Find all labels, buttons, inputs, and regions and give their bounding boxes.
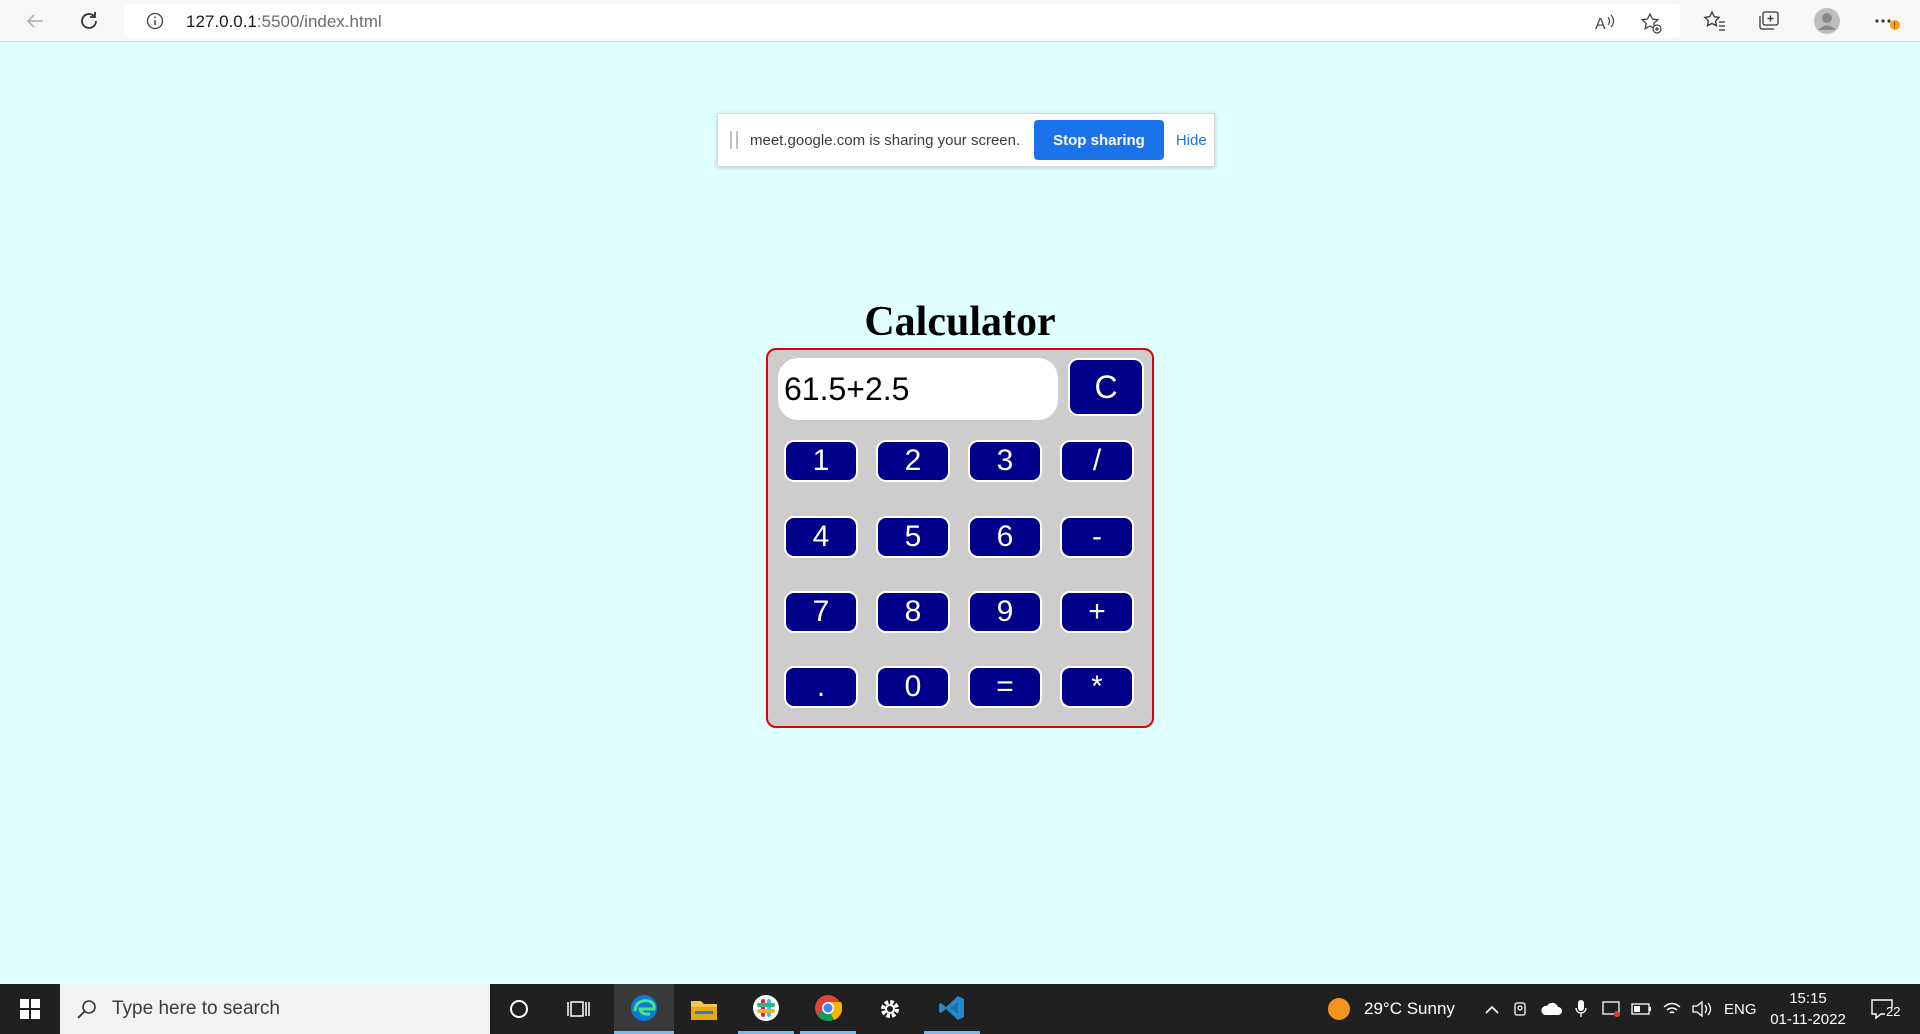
back-icon[interactable] [20, 6, 50, 36]
browser-toolbar: 127.0.0.1:5500/index.html A ! [0, 0, 1920, 42]
language-indicator[interactable]: ENG [1724, 984, 1757, 1034]
page-title: Calculator [864, 299, 1056, 345]
more-icon[interactable]: ! [1872, 6, 1902, 36]
key-7[interactable]: 7 [784, 591, 858, 633]
key-add[interactable]: + [1060, 591, 1134, 633]
key-subtract[interactable]: - [1060, 516, 1134, 558]
collections-icon[interactable] [1754, 6, 1784, 36]
calculator-panel: 61.5+2.5 C 1 2 3 / 4 5 6 - 7 8 9 + . 0 =… [766, 348, 1154, 728]
url-path: :5500/index.html [256, 12, 382, 31]
key-0[interactable]: 0 [876, 666, 950, 708]
onedrive-cloud-icon[interactable] [1538, 984, 1564, 1034]
key-6[interactable]: 6 [968, 516, 1042, 558]
key-1[interactable]: 1 [784, 440, 858, 482]
microphone-icon[interactable] [1570, 984, 1592, 1034]
clock-date: 01-11-2022 [1770, 1011, 1846, 1028]
weather-text[interactable]: 29°C Sunny [1364, 984, 1455, 1034]
key-equals[interactable]: = [968, 666, 1042, 708]
key-5[interactable]: 5 [876, 516, 950, 558]
favorites-icon[interactable] [1700, 6, 1730, 36]
hide-link[interactable]: Hide [1176, 132, 1207, 149]
info-icon[interactable] [146, 12, 164, 35]
address-bar[interactable]: 127.0.0.1:5500/index.html A [124, 4, 1680, 38]
share-message: meet.google.com is sharing your screen. [750, 131, 1021, 149]
weather-sun-icon[interactable] [1324, 984, 1354, 1034]
task-view-icon[interactable] [554, 984, 604, 1034]
notifications-icon[interactable]: 22 [1864, 984, 1904, 1034]
add-favorite-icon[interactable] [1640, 12, 1662, 34]
key-8[interactable]: 8 [876, 591, 950, 633]
page-viewport: meet.google.com is sharing your screen. … [0, 42, 1920, 984]
edge-icon[interactable] [614, 984, 674, 1034]
clock-time: 15:15 [1789, 990, 1827, 1007]
windows-start-icon[interactable] [0, 984, 60, 1034]
slack-icon[interactable] [738, 984, 794, 1034]
url-text: 127.0.0.1:5500/index.html [186, 12, 382, 32]
search-placeholder: Type here to search [112, 998, 280, 1019]
profile-icon[interactable] [1812, 6, 1842, 36]
search-icon [76, 998, 98, 1020]
notification-count: 22 [1886, 1004, 1901, 1019]
drag-handle-icon[interactable] [730, 131, 738, 149]
screen-share-tray-icon[interactable] [1600, 984, 1624, 1034]
stop-sharing-button[interactable]: Stop sharing [1034, 120, 1164, 160]
key-decimal[interactable]: . [784, 666, 858, 708]
chevron-up-icon[interactable] [1480, 984, 1504, 1034]
key-2[interactable]: 2 [876, 440, 950, 482]
taskbar: Type here to search 29°C Sunny ENG 15:15… [0, 984, 1920, 1034]
clear-button[interactable]: C [1068, 358, 1144, 416]
system-clock[interactable]: 15:15 01-11-2022 [1766, 988, 1850, 1030]
svg-text:A: A [1595, 16, 1606, 33]
chrome-icon[interactable] [800, 984, 856, 1034]
settings-icon[interactable] [862, 984, 918, 1034]
key-9[interactable]: 9 [968, 591, 1042, 633]
vscode-icon[interactable] [924, 984, 980, 1034]
key-3[interactable]: 3 [968, 440, 1042, 482]
calculator-display[interactable]: 61.5+2.5 [778, 358, 1058, 420]
svg-text:!: ! [1894, 21, 1896, 30]
camera-icon[interactable] [1510, 984, 1532, 1034]
file-explorer-icon[interactable] [676, 984, 732, 1034]
cortana-icon[interactable] [494, 984, 544, 1034]
key-multiply[interactable]: * [1060, 666, 1134, 708]
refresh-icon[interactable] [74, 6, 104, 36]
battery-icon[interactable] [1630, 984, 1654, 1034]
url-host: 127.0.0.1 [186, 12, 257, 31]
read-aloud-icon[interactable]: A [1594, 12, 1616, 34]
volume-icon[interactable] [1690, 984, 1714, 1034]
key-4[interactable]: 4 [784, 516, 858, 558]
screen-share-banner: meet.google.com is sharing your screen. … [717, 113, 1215, 167]
taskbar-search[interactable]: Type here to search [60, 984, 490, 1034]
key-divide[interactable]: / [1060, 440, 1134, 482]
wifi-icon[interactable] [1660, 984, 1684, 1034]
